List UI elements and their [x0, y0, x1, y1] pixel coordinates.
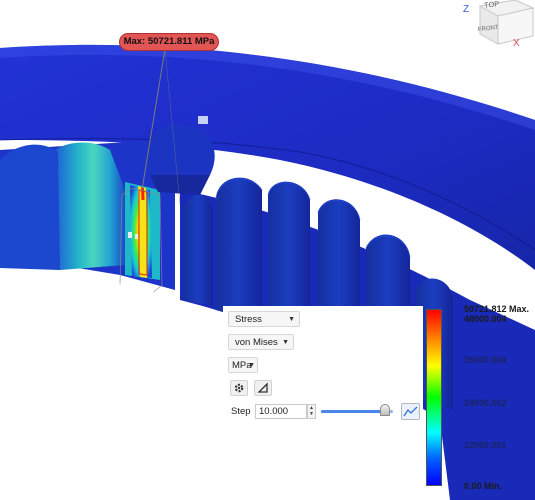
- max-stress-probe-label: Max: 50721.811 MPa: [119, 33, 219, 51]
- result-type-dropdown[interactable]: Stress ▼: [228, 311, 300, 327]
- stress-component-dropdown[interactable]: von Mises ▼: [228, 334, 294, 350]
- legend-tick-label: 24000.002: [464, 398, 507, 408]
- result-type-value: Stress: [235, 314, 262, 325]
- 3d-viewport[interactable]: Max: 50721.811 MPa TOP FRONT Z X Stress …: [0, 0, 535, 500]
- caret-down-icon: ▼: [288, 316, 295, 323]
- stress-component-value: von Mises: [235, 337, 278, 348]
- legend-tick-label: 48000.004: [464, 314, 507, 324]
- step-spinner[interactable]: ▲ ▼: [307, 404, 316, 419]
- gear-icon: [234, 383, 244, 393]
- legend-tick-label: 12000.001: [464, 440, 507, 450]
- caret-down-icon: ▼: [282, 339, 289, 346]
- stress-color-legend-bar: [426, 309, 442, 486]
- axis-z-label: Z: [463, 4, 470, 15]
- axis-x-label: X: [513, 38, 520, 49]
- deformation-button[interactable]: [254, 380, 272, 396]
- legend-max-label: 50721.812 Max.: [464, 304, 530, 314]
- legend-min-label: 0.00 Min.: [464, 481, 503, 491]
- view-cube[interactable]: [470, 0, 535, 50]
- caret-down-icon: ▼: [248, 362, 255, 369]
- step-value-input[interactable]: 10.000: [255, 404, 307, 419]
- graph-button[interactable]: [401, 403, 420, 420]
- graph-icon: [403, 406, 418, 417]
- step-label: Step: [231, 406, 251, 417]
- legend-tick-label: 36000.004: [464, 355, 507, 365]
- triangle-icon: [257, 382, 268, 393]
- step-slider-thumb[interactable]: [380, 404, 390, 416]
- step-slider-fill: [321, 410, 386, 413]
- unit-dropdown[interactable]: MPa ▼: [228, 357, 258, 373]
- settings-button[interactable]: [230, 380, 248, 396]
